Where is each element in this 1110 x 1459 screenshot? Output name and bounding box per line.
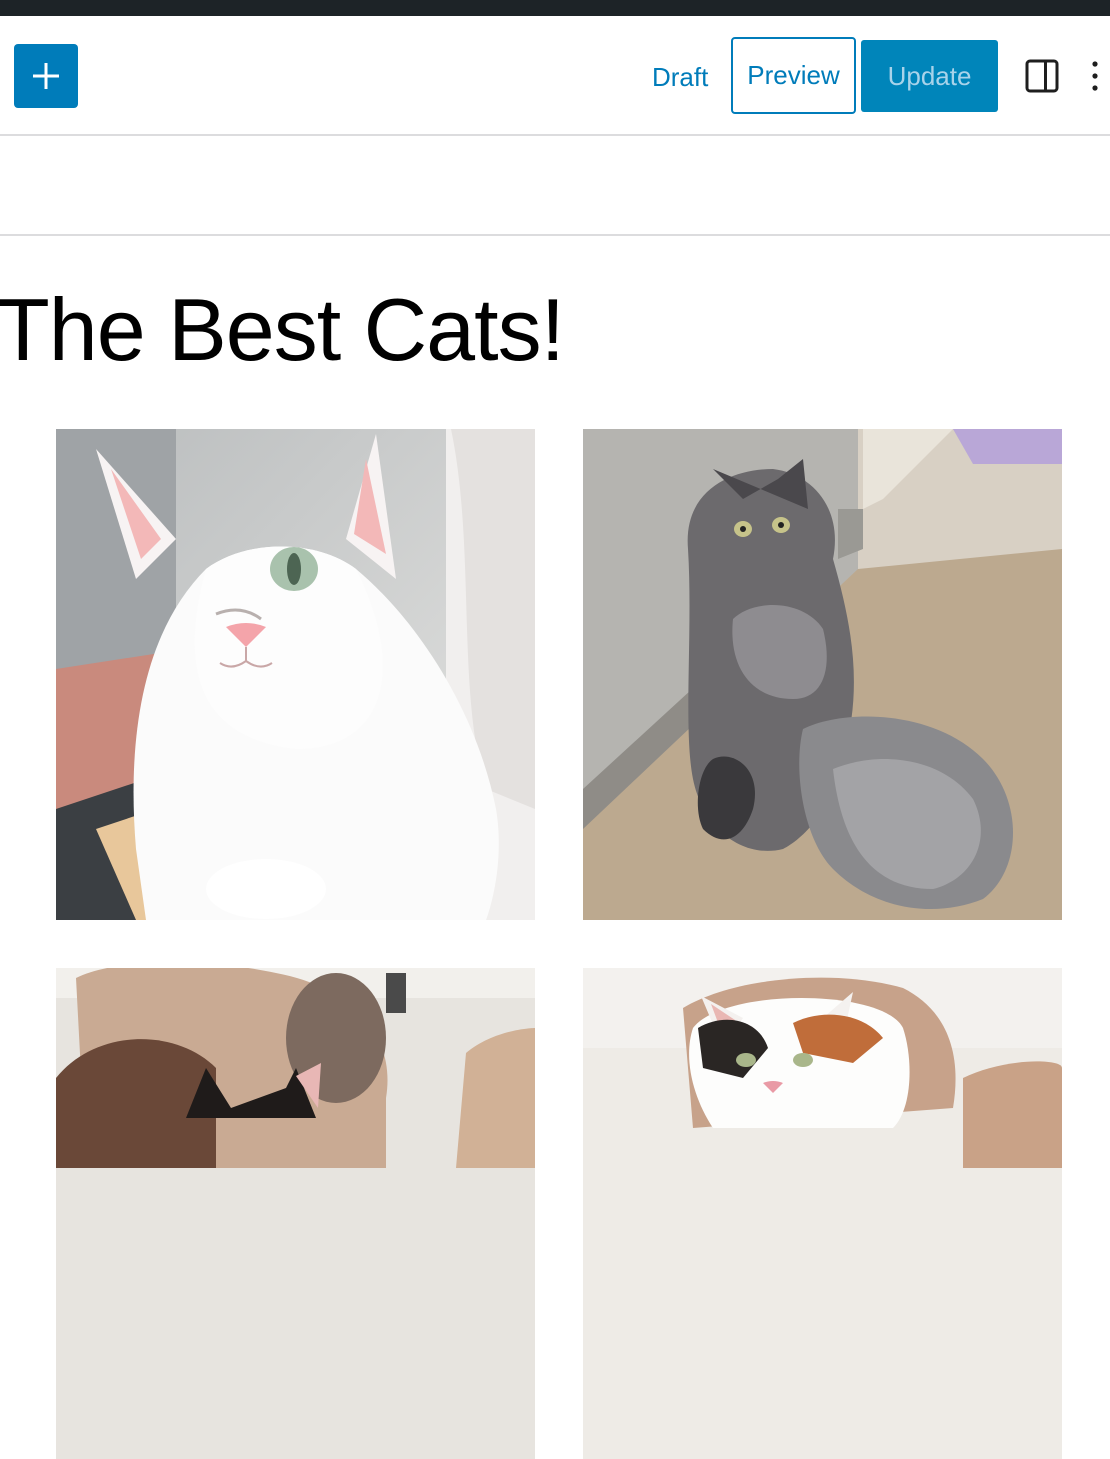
gallery-image-white-cat[interactable]	[56, 429, 535, 920]
plus-icon	[33, 63, 59, 89]
preview-button[interactable]: Preview	[731, 37, 856, 114]
options-menu-button[interactable]	[1090, 56, 1110, 96]
switch-to-draft-button[interactable]: Draft	[642, 52, 718, 102]
gallery-image-black-and-white-cat[interactable]	[56, 968, 535, 1459]
vertical-ellipsis-icon	[1092, 61, 1098, 91]
editor-header: Draft Preview Update	[0, 16, 1110, 136]
settings-button[interactable]	[1018, 56, 1066, 96]
gallery-image-calico-cat[interactable]	[583, 968, 1062, 1459]
gallery-image-grey-fluffy-cat[interactable]	[583, 429, 1062, 920]
admin-bar	[0, 0, 1110, 16]
update-label: Update	[887, 60, 972, 91]
post-title[interactable]: The Best Cats!	[0, 280, 565, 380]
block-toolbar-area	[0, 136, 1110, 236]
update-button[interactable]: Update	[861, 40, 998, 112]
sidebar-toggle-icon	[1025, 59, 1059, 93]
preview-label: Preview	[747, 60, 840, 90]
block-inserter-button[interactable]	[14, 44, 78, 108]
